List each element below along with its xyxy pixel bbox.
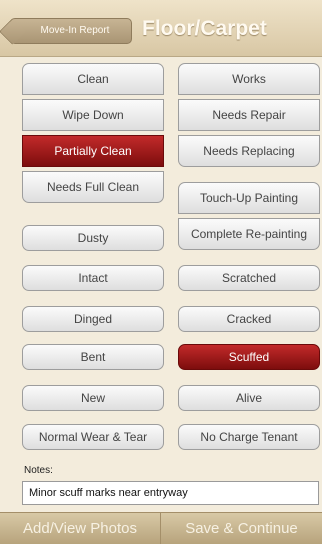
nav-bar: Move-In Report Floor/Carpet <box>0 0 322 57</box>
notes-label: Notes: <box>24 465 53 476</box>
option-clean[interactable]: Clean <box>22 63 164 95</box>
save-continue-button[interactable]: Save & Continue <box>161 513 322 544</box>
option-partially-clean[interactable]: Partially Clean <box>22 135 164 167</box>
option-alive[interactable]: Alive <box>178 385 320 411</box>
option-complete-repainting[interactable]: Complete Re-painting <box>178 218 320 250</box>
bottom-toolbar: Add/View Photos Save & Continue <box>0 512 322 544</box>
notes-input[interactable] <box>22 481 319 505</box>
option-new[interactable]: New <box>22 385 164 411</box>
option-dusty[interactable]: Dusty <box>22 225 164 251</box>
option-cracked[interactable]: Cracked <box>178 306 320 332</box>
option-intact[interactable]: Intact <box>22 265 164 291</box>
option-no-charge-tenant[interactable]: No Charge Tenant <box>178 424 320 450</box>
option-wipe-down[interactable]: Wipe Down <box>22 99 164 131</box>
option-bent[interactable]: Bent <box>22 344 164 370</box>
option-touch-up-painting[interactable]: Touch-Up Painting <box>178 182 320 214</box>
option-scratched[interactable]: Scratched <box>178 265 320 291</box>
option-dinged[interactable]: Dinged <box>22 306 164 332</box>
option-needs-repair[interactable]: Needs Repair <box>178 99 320 131</box>
option-works[interactable]: Works <box>178 63 320 95</box>
add-view-photos-button[interactable]: Add/View Photos <box>0 513 161 544</box>
option-scuffed[interactable]: Scuffed <box>178 344 320 370</box>
back-button[interactable]: Move-In Report <box>10 18 132 44</box>
option-needs-replacing[interactable]: Needs Replacing <box>178 135 320 167</box>
back-button-label: Move-In Report <box>40 25 110 36</box>
option-needs-full-clean[interactable]: Needs Full Clean <box>22 171 164 203</box>
option-normal-wear-and-tear[interactable]: Normal Wear & Tear <box>22 424 164 450</box>
page-title: Floor/Carpet <box>142 17 267 40</box>
